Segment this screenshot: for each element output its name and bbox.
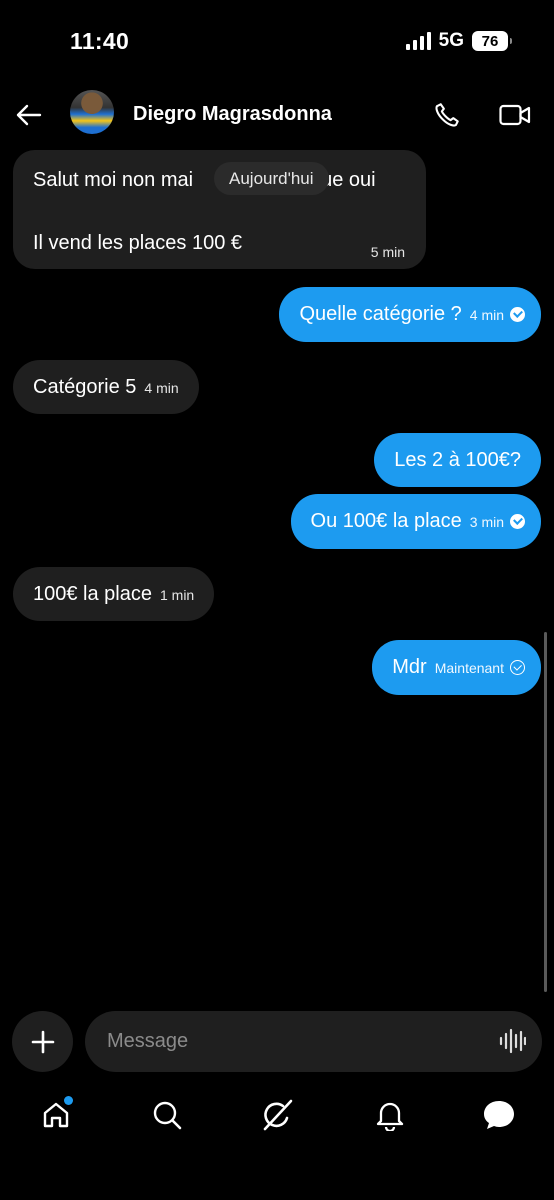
grok-icon [263,1099,293,1131]
avatar[interactable] [70,90,114,134]
battery-level: 76 [481,32,499,50]
waveform-icon [499,1028,526,1054]
voice-message-button[interactable] [498,1027,526,1055]
message-bubble-incoming[interactable]: Catégorie 5 4 min [13,360,199,414]
back-arrow-icon [16,104,42,126]
status-time: 11:40 [70,28,130,54]
nav-messages[interactable] [479,1095,519,1135]
video-call-button[interactable] [497,98,533,132]
message-text: 100€ la place [33,583,152,605]
message-input[interactable] [107,1011,487,1072]
date-separator: Aujourd'hui [214,162,329,195]
message-text: Quelle catégorie ? [299,303,462,325]
message-bubble-outgoing[interactable]: Les 2 à 100€? [374,433,541,487]
nav-home[interactable] [36,1095,76,1135]
scrollbar[interactable] [544,632,547,992]
message-time: 4 min [469,307,504,323]
network-label: 5G [438,30,464,51]
message-bubble-outgoing[interactable]: Ou 100€ la place 3 min [290,494,541,549]
video-camera-icon [499,104,531,126]
message-text: Mdr [392,656,427,678]
message-time: 4 min [144,380,179,396]
messages-icon [484,1101,514,1129]
sent-check-icon [510,660,525,675]
notifications-icon [376,1102,404,1131]
plus-icon [31,1030,54,1053]
battery-icon: 76 [472,31,512,51]
nav-notifications[interactable] [370,1095,410,1135]
notification-dot [64,1096,73,1105]
status-indicators: 5G 76 [405,30,512,52]
message-time: 3 min [469,514,504,530]
read-check-icon [510,307,525,322]
nav-search[interactable] [147,1095,187,1135]
bottom-navigation [0,1085,554,1150]
contact-name[interactable]: Diegro Magrasdonna [133,103,332,126]
message-time: 1 min [159,587,195,603]
signal-icon [405,32,431,50]
message-text: Les 2 à 100€? [394,449,521,471]
call-button[interactable] [430,98,464,132]
read-check-icon [510,514,525,529]
nav-grok[interactable] [258,1095,298,1135]
message-text: Ou 100€ la place [310,510,462,532]
message-composer [85,1011,542,1072]
message-time: 5 min [370,244,405,260]
message-time: Maintenant [434,660,504,676]
add-attachment-button[interactable] [12,1011,73,1072]
status-bar: 11:40 5G 76 [0,0,554,80]
back-button[interactable] [12,98,46,132]
conversation-header: Diegro Magrasdonna [0,86,554,144]
message-bubble-outgoing[interactable]: Quelle catégorie ? 4 min [279,287,541,342]
message-bubble-outgoing[interactable]: Mdr Maintenant [372,640,541,695]
message-text: Il vend les places 100 € [33,232,243,254]
search-icon [153,1101,182,1130]
phone-icon [435,103,459,127]
message-bubble-incoming[interactable]: 100€ la place 1 min [13,567,215,621]
message-text: Catégorie 5 [33,376,137,398]
